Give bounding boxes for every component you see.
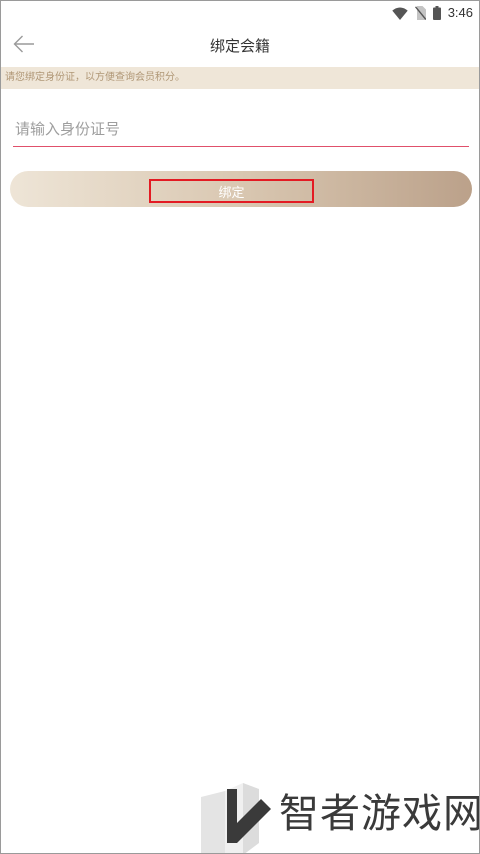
- battery-icon: [432, 6, 441, 20]
- status-bar: 3:46: [1, 1, 479, 25]
- page-title: 绑定会籍: [209, 37, 270, 55]
- id-number-input[interactable]: [13, 113, 469, 145]
- no-sim-icon: [414, 6, 426, 20]
- notice-banner: 请您绑定身份证，以方便查询会员积分。: [1, 67, 479, 89]
- watermark-logo: 智者游戏网: [197, 779, 480, 853]
- nav-bar: 绑定会籍: [1, 25, 479, 67]
- wifi-icon: [391, 7, 408, 20]
- status-time: 3:46: [447, 5, 473, 20]
- watermark-text: 智者游戏网: [279, 791, 480, 837]
- app-screen: 3:46 绑定会籍 请您绑定身份证，以方便查询会员积分。 绑定: [0, 0, 480, 854]
- id-input-container: [13, 113, 469, 147]
- bind-button[interactable]: [10, 171, 472, 207]
- status-icons: 3:46: [391, 5, 473, 21]
